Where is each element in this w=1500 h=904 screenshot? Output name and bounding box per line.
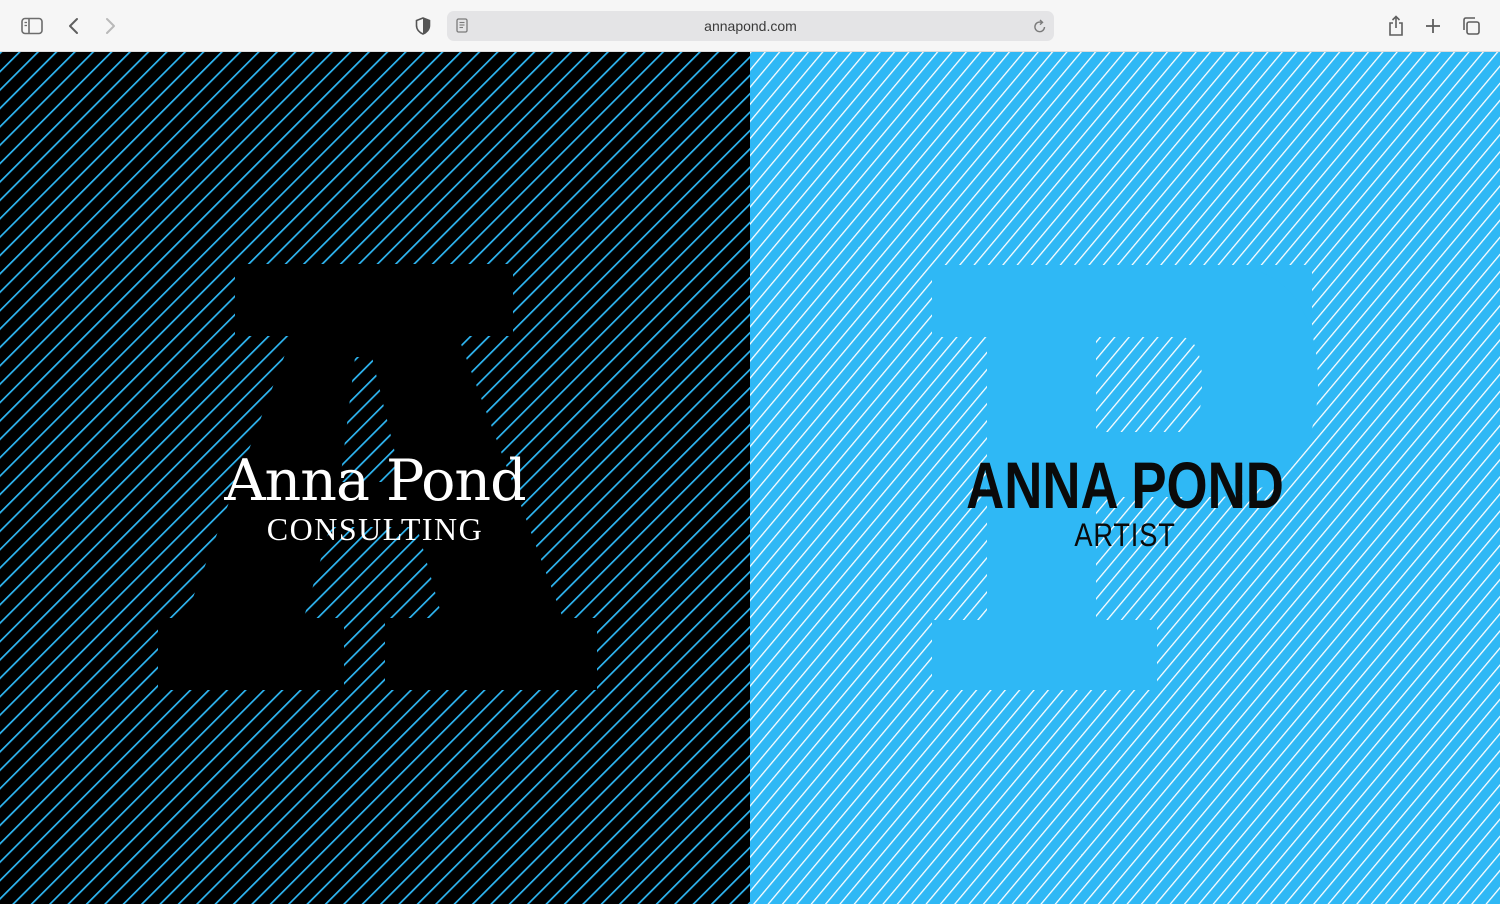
artist-subtitle[interactable]: ARTIST: [955, 518, 1295, 552]
sidebar-icon[interactable]: [18, 12, 46, 40]
artist-title-block[interactable]: ANNA POND ARTIST: [925, 452, 1325, 552]
monogram-p-counter: [1096, 337, 1202, 432]
share-icon[interactable]: [1382, 12, 1410, 40]
tabs-overview-icon[interactable]: [1457, 12, 1485, 40]
consulting-title-block[interactable]: Anna Pond CONSULTING: [175, 450, 575, 546]
url-text[interactable]: annapond.com: [447, 11, 1054, 41]
chevron-left-icon[interactable]: [60, 12, 88, 40]
consulting-name[interactable]: Anna Pond: [175, 450, 575, 512]
browser-toolbar: annapond.com: [0, 0, 1500, 52]
address-bar[interactable]: annapond.com: [447, 11, 1054, 41]
shield-icon[interactable]: [409, 12, 437, 40]
reload-icon[interactable]: [1033, 18, 1047, 39]
chevron-right-icon[interactable]: [96, 12, 124, 40]
consulting-subtitle[interactable]: CONSULTING: [175, 512, 575, 546]
consulting-panel[interactable]: Anna Pond CONSULTING: [0, 52, 750, 904]
plus-icon[interactable]: [1419, 12, 1447, 40]
artist-name[interactable]: ANNA POND: [965, 452, 1285, 518]
artist-panel[interactable]: ANNA POND ARTIST: [750, 52, 1500, 904]
